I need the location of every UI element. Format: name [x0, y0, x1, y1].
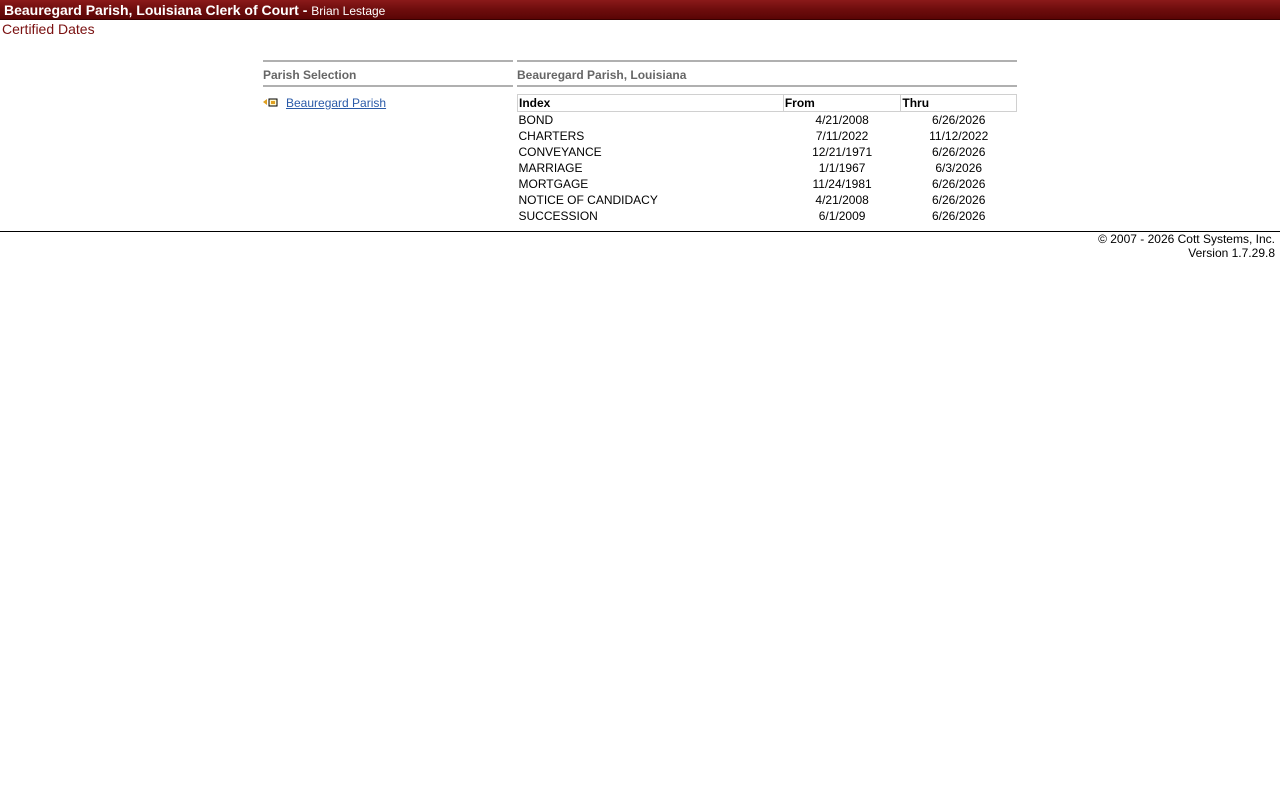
parish-name-heading: Beauregard Parish, Louisiana	[517, 60, 1017, 87]
parish-list-item[interactable]: Beauregard Parish	[263, 96, 513, 110]
cell-index: MORTGAGE	[518, 177, 589, 191]
column-header-thru: Thru	[900, 94, 1017, 112]
cell-thru: 11/12/2022	[929, 129, 989, 143]
cell-from: 12/21/1971	[812, 145, 873, 159]
table-row: NOTICE OF CANDIDACY 4/21/2008 6/26/2026	[518, 192, 1017, 208]
header-bar: Beauregard Parish, Louisiana Clerk of Co…	[0, 0, 1280, 20]
table-header-row: Index From Thru	[517, 94, 1017, 112]
version-text: Version 1.7.29.8	[1188, 246, 1275, 260]
cell-from: 11/24/1981	[812, 177, 872, 191]
user-name: Brian Lestage	[311, 4, 386, 18]
copyright-text: © 2007 - 2026 Cott Systems, Inc.	[1098, 232, 1275, 246]
table-row: CHARTERS 7/11/2022 11/12/2022	[518, 128, 1017, 144]
footer-divider	[0, 231, 1280, 232]
table-row: MARRIAGE 1/1/1967 6/3/2026	[518, 160, 1017, 176]
column-header-index: Index	[517, 94, 784, 112]
cell-thru: 6/26/2026	[932, 209, 986, 223]
column-header-from: From	[782, 94, 902, 112]
cell-index: NOTICE OF CANDIDACY	[518, 193, 658, 207]
table-row: MORTGAGE 11/24/1981 6/26/2026	[518, 176, 1017, 192]
parish-selection-heading: Parish Selection	[263, 60, 513, 87]
table-row: SUCCESSION 6/1/2009 6/26/2026	[518, 208, 1017, 224]
cell-index: CONVEYANCE	[518, 145, 602, 159]
cell-thru: 6/3/2026	[935, 161, 983, 175]
cell-thru: 6/26/2026	[932, 113, 986, 127]
cell-thru: 6/26/2026	[932, 145, 986, 159]
cell-index: SUCCESSION	[518, 209, 598, 223]
parish-link-beauregard[interactable]: Beauregard Parish	[286, 96, 386, 110]
arrow-select-icon	[263, 97, 279, 109]
table-row: BOND 4/21/2008 6/26/2026	[518, 112, 1017, 129]
cell-thru: 6/26/2026	[932, 177, 986, 191]
page-title: Certified Dates	[2, 21, 95, 37]
app-title: Beauregard Parish, Louisiana Clerk of Co…	[4, 2, 312, 18]
parish-selection-panel: Parish Selection Beauregard Parish	[263, 60, 513, 110]
certified-dates-table: Index From Thru BOND 4/21/2008 6/26/2026…	[517, 94, 1017, 224]
cell-index: CHARTERS	[518, 129, 585, 143]
cell-thru: 6/26/2026	[932, 193, 986, 207]
cell-from: 6/1/2009	[818, 209, 866, 223]
cell-index: BOND	[518, 113, 554, 127]
cell-from: 4/21/2008	[815, 193, 869, 207]
cell-from: 4/21/2008	[815, 113, 869, 127]
cell-index: MARRIAGE	[518, 161, 583, 175]
cell-from: 7/11/2022	[815, 129, 869, 143]
table-row: CONVEYANCE 12/21/1971 6/26/2026	[518, 144, 1017, 160]
footer: © 2007 - 2026 Cott Systems, Inc. Version…	[1098, 232, 1275, 260]
certified-dates-panel: Beauregard Parish, Louisiana Index From …	[517, 60, 1017, 224]
cell-from: 1/1/1967	[818, 161, 866, 175]
